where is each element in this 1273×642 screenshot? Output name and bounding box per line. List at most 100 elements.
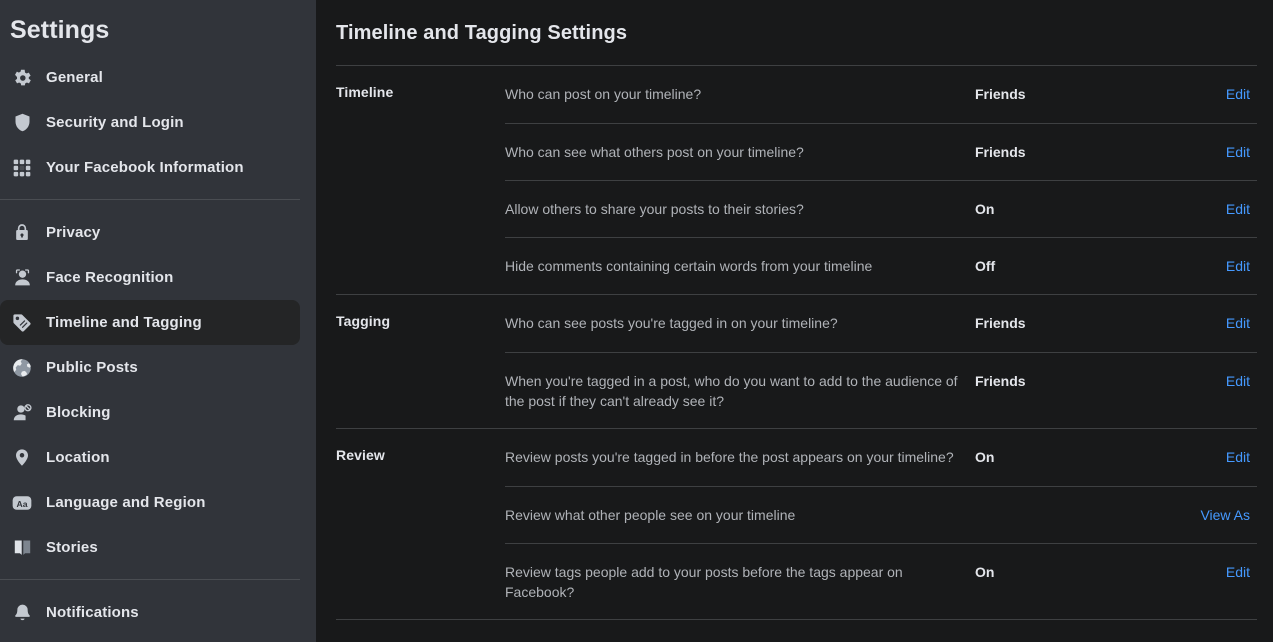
settings-row: Review Review posts you're tagged in befo… (336, 429, 1257, 486)
settings-section: Tagging Who can see posts you're tagged i… (336, 294, 1257, 428)
settings-row: Review tags people add to your posts bef… (336, 543, 1257, 619)
language-aa-icon: Aa (7, 488, 37, 518)
edit-link[interactable]: Edit (1180, 84, 1250, 104)
shield-icon (7, 108, 37, 138)
edit-link[interactable]: Edit (1180, 142, 1250, 162)
location-pin-icon (7, 443, 37, 473)
settings-row-content: Who can post on your timeline? Friends Edi… (505, 66, 1257, 121)
sidebar-item-label: Face Recognition (46, 269, 174, 286)
sidebar-item-label: Your Facebook Information (46, 159, 244, 176)
settings-row-content: Allow others to share your posts to thei… (505, 180, 1257, 236)
setting-value: Friends (975, 144, 1026, 160)
person-block-icon (7, 398, 37, 428)
bottom-divider (336, 619, 1257, 620)
sidebar-item-security-and-login[interactable]: Security and Login (0, 100, 300, 145)
settings-row-content: Who can see what others post on your tim… (505, 123, 1257, 179)
setting-question: Review posts you're tagged in before the… (505, 449, 954, 465)
settings-sections: Timeline Who can post on your timeline? Fr… (336, 66, 1257, 619)
gear-icon (7, 63, 37, 93)
section-label (336, 180, 505, 198)
section-label: Review (336, 447, 385, 463)
sidebar-item-privacy[interactable]: Privacy (0, 210, 300, 255)
sidebar-item-blocking[interactable]: Blocking (0, 390, 300, 435)
settings-section: Timeline Who can post on your timeline? Fr… (336, 66, 1257, 294)
setting-question: Who can see what others post on your tim… (505, 144, 804, 160)
sidebar-item-label: Location (46, 449, 110, 466)
sidebar-divider (0, 579, 300, 580)
sidebar-item-timeline-and-tagging[interactable]: Timeline and Tagging (0, 300, 300, 345)
sidebar-item-your-facebook-information[interactable]: Your Facebook Information (0, 145, 300, 190)
settings-main: Timeline and Tagging Settings Timeline Wh… (316, 0, 1273, 642)
setting-question: Hide comments containing certain words f… (505, 258, 873, 274)
tag-icon (7, 308, 37, 338)
sidebar-item-language-and-region[interactable]: Aa Language and Region (0, 480, 300, 525)
sidebar-item-notifications[interactable]: Notifications (0, 590, 300, 635)
settings-row: Tagging Who can see posts you're tagged i… (336, 295, 1257, 352)
main-heading: Timeline and Tagging Settings (336, 22, 628, 44)
setting-value: On (975, 449, 995, 465)
sidebar-item-public-posts[interactable]: Public Posts (0, 345, 300, 390)
edit-link[interactable]: Edit (1180, 256, 1250, 276)
section-label (336, 123, 505, 141)
sidebar-item-label: Blocking (46, 404, 111, 421)
edit-link[interactable]: Edit (1180, 199, 1250, 219)
edit-link[interactable]: Edit (1180, 313, 1250, 333)
sidebar-item-general[interactable]: General (0, 55, 300, 100)
setting-value: On (975, 201, 995, 217)
settings-row-content: Review tags people add to your posts bef… (505, 543, 1257, 619)
settings-list-container: Timeline Who can post on your timeline? Fr… (316, 65, 1273, 620)
sidebar-group: Privacy Face Recognition Timeline and Tagg… (0, 210, 316, 570)
setting-value: On (975, 564, 995, 580)
sidebar-nav: General Security and Login Your Facebook I… (0, 55, 316, 635)
sidebar-item-label: Notifications (46, 604, 139, 621)
settings-row-content: Hide comments containing certain words f… (505, 237, 1257, 293)
setting-question: Allow others to share your posts to thei… (505, 201, 804, 217)
setting-question: Who can post on your timeline? (505, 86, 702, 102)
sidebar-item-label: Public Posts (46, 359, 138, 376)
settings-row-content: When you're tagged in a post, who do you… (505, 352, 1257, 428)
sidebar-item-label: Privacy (46, 224, 101, 241)
settings-row: Hide comments containing certain words f… (336, 237, 1257, 294)
settings-sidebar: Settings General Security and Login Your F… (0, 0, 316, 642)
setting-question: Who can see posts you're tagged in on yo… (505, 315, 838, 331)
settings-section: Review Review posts you're tagged in befo… (336, 428, 1257, 619)
settings-row: When you're tagged in a post, who do you… (336, 352, 1257, 428)
view-as-link[interactable]: View As (1180, 505, 1250, 525)
sidebar-item-label: Security and Login (46, 114, 184, 131)
face-recognition-icon (7, 263, 37, 293)
settings-row-content: Who can see posts you're tagged in on yo… (505, 295, 1257, 350)
section-label (336, 352, 505, 370)
sidebar-group: General Security and Login Your Facebook I… (0, 55, 316, 190)
sidebar-group: Notifications (0, 590, 316, 635)
section-label (336, 486, 505, 504)
book-icon (7, 533, 37, 563)
section-label (336, 237, 505, 255)
sidebar-item-stories[interactable]: Stories (0, 525, 300, 570)
setting-question: Review tags people add to your posts bef… (505, 564, 903, 600)
section-label (336, 543, 505, 561)
edit-link[interactable]: Edit (1180, 562, 1250, 582)
sidebar-item-label: Timeline and Tagging (46, 314, 202, 331)
settings-row: Review what other people see on your tim… (336, 486, 1257, 543)
lock-icon (7, 218, 37, 248)
settings-row: Allow others to share your posts to thei… (336, 180, 1257, 237)
setting-question: Review what other people see on your tim… (505, 507, 796, 523)
sidebar-item-location[interactable]: Location (0, 435, 300, 480)
svg-text:Aa: Aa (16, 498, 27, 508)
sidebar-divider (0, 199, 300, 200)
settings-row-content: Review what other people see on your tim… (505, 486, 1257, 542)
setting-value: Friends (975, 86, 1026, 102)
edit-link[interactable]: Edit (1180, 447, 1250, 467)
globe-icon (7, 353, 37, 383)
settings-row: Timeline Who can post on your timeline? Fr… (336, 66, 1257, 123)
settings-page: Settings General Security and Login Your F… (0, 0, 1273, 642)
sidebar-item-label: General (46, 69, 103, 86)
sidebar-item-label: Language and Region (46, 494, 206, 511)
edit-link[interactable]: Edit (1180, 371, 1250, 391)
sidebar-item-face-recognition[interactable]: Face Recognition (0, 255, 300, 300)
sidebar-item-label: Stories (46, 539, 98, 556)
setting-value: Friends (975, 315, 1026, 331)
settings-row: Who can see what others post on your tim… (336, 123, 1257, 180)
settings-row-content: Review posts you're tagged in before the… (505, 429, 1257, 484)
setting-value: Off (975, 258, 996, 274)
